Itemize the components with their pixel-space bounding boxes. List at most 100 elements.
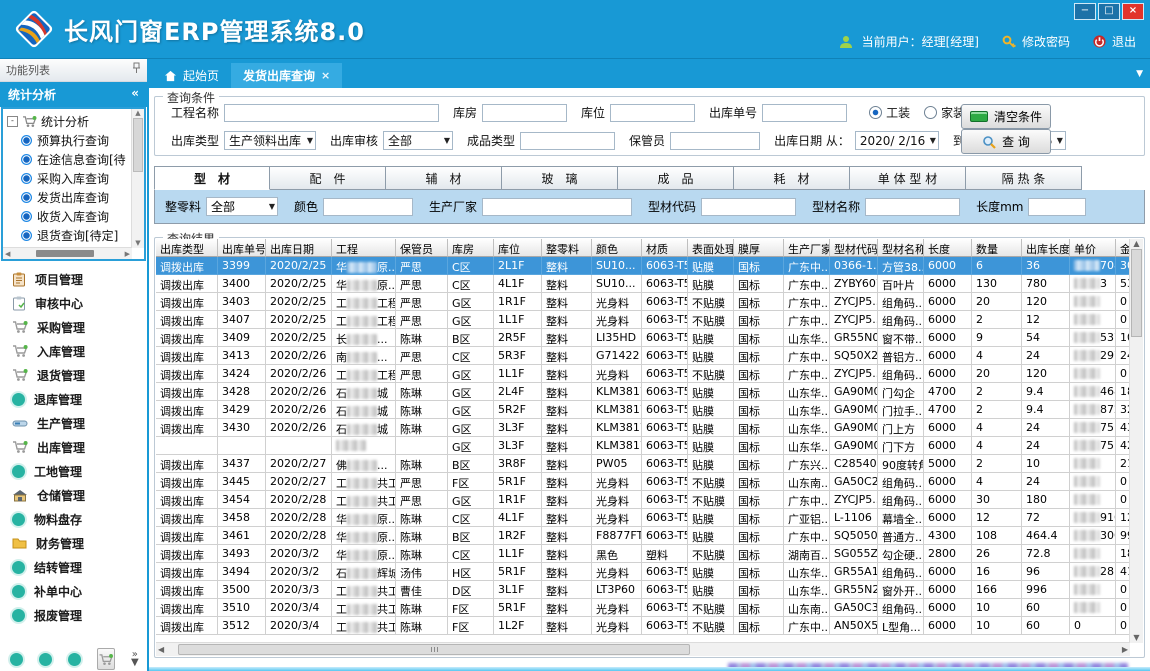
column-header[interactable]: 出库日期 (266, 239, 332, 257)
tree-root[interactable]: - 统计分析 (7, 112, 142, 131)
tree-horizontal-scrollbar[interactable]: ◀▶ (3, 247, 132, 259)
column-header[interactable]: 型材代码 (830, 239, 878, 257)
tree-item-0[interactable]: 预算执行查询 (7, 131, 142, 150)
table-row[interactable]: 调拨出库34242020/2/26工工程严思G区1L1F整料光身料6063-T5… (156, 365, 1130, 383)
overflow-chevron-icon[interactable]: »▼ (131, 651, 139, 667)
column-header[interactable]: 库位 (494, 239, 542, 257)
tree-hscroll-thumb[interactable] (36, 250, 94, 257)
column-header[interactable]: 型材名称 (878, 239, 924, 257)
grid-horizontal-scrollbar[interactable]: ◀▶ (156, 642, 1130, 656)
table-row[interactable]: 调拨出库34542020/2/28工共工程严思G区1R1F整料光身料6063-T… (156, 491, 1130, 509)
column-header[interactable]: 数量 (972, 239, 1022, 257)
sidebar-item-0[interactable]: 项目管理 (0, 267, 147, 291)
filter-input-3[interactable] (701, 198, 796, 216)
column-header[interactable]: 单价 (1070, 239, 1116, 257)
filter-input-5[interactable] (1028, 198, 1086, 216)
table-row[interactable]: 调拨出库35102020/3/4工共工程陈琳F区5R1F整料光身料6063-T5… (156, 599, 1130, 617)
query-row2-input-3[interactable] (670, 132, 760, 150)
column-header[interactable]: 材质 (642, 239, 688, 257)
column-header[interactable]: 表面处理 (688, 239, 734, 257)
column-header[interactable]: 整零料 (542, 239, 592, 257)
table-row[interactable]: 调拨出库34092020/2/25长...陈琳B区2R5F整料LI35HD606… (156, 329, 1130, 347)
table-row[interactable]: 调拨出库34932020/3/2华原...陈琳C区1L1F整料黑色塑料不贴膜国标… (156, 545, 1130, 563)
pin-icon[interactable] (132, 62, 141, 81)
query-row2-combo-4[interactable]: 2020/ 2/16▼ (855, 131, 939, 150)
search-button[interactable]: 查 询 (961, 129, 1051, 154)
tree-item-4[interactable]: 收货入库查询 (7, 207, 142, 226)
table-row[interactable]: 调拨出库34002020/2/25华原...严思C区4L1F整料SU10...6… (156, 275, 1130, 293)
table-row[interactable]: 调拨出库34032020/2/25工工程严思G区1R1F整料光身料6063-T5… (156, 293, 1130, 311)
tab-home[interactable]: 起始页 (152, 63, 231, 88)
table-row[interactable]: 调拨出库35002020/3/3工共工程曹佳D区3L1F整料LT3P606063… (156, 581, 1130, 599)
tab-close-icon[interactable]: × (321, 69, 330, 82)
table-row[interactable]: 调拨出库34292020/2/26石城陈琳G区5R2F整料KLM38176063… (156, 401, 1130, 419)
grid-vscroll-thumb[interactable] (1131, 249, 1142, 337)
query-row1-input-0[interactable] (224, 104, 439, 122)
material-tab-3[interactable]: 玻 璃 (502, 166, 618, 190)
maximize-button[interactable]: □ (1098, 3, 1120, 20)
tab-shipping-outbound-query[interactable]: 发货出库查询 × (231, 63, 342, 88)
sidebar-item-5[interactable]: 退库管理 (0, 387, 147, 411)
table-row[interactable]: 调拨出库34282020/2/26石城陈琳G区2L4F整料KLM38176063… (156, 383, 1130, 401)
dot-icon[interactable] (39, 653, 52, 666)
sidebar-item-3[interactable]: 入库管理 (0, 339, 147, 363)
tree-scroll-thumb[interactable] (133, 118, 143, 172)
sidebar-item-8[interactable]: 工地管理 (0, 459, 147, 483)
logout-button[interactable]: 退出 (1092, 33, 1136, 50)
table-row[interactable]: 调拨出库34072020/2/25工工程严思G区1L1F整料光身料6063-T5… (156, 311, 1130, 329)
grid-hscroll-thumb[interactable] (178, 644, 690, 655)
table-row[interactable]: 调拨出库33992020/2/25华原...严思C区2L1F整料SU10...6… (156, 257, 1130, 275)
clear-conditions-button[interactable]: 清空条件 (961, 104, 1051, 129)
filter-input-1[interactable] (323, 198, 413, 216)
filter-input-4[interactable] (865, 198, 960, 216)
filter-combo-0[interactable]: 全部▼ (206, 197, 278, 216)
material-tab-7[interactable]: 隔 热 条 (966, 166, 1082, 190)
column-header[interactable]: 生产厂家 (784, 239, 830, 257)
column-header[interactable]: 出库类型 (156, 239, 218, 257)
sidebar-item-4[interactable]: 退货管理 (0, 363, 147, 387)
query-row1-input-1[interactable] (482, 104, 567, 122)
material-tab-6[interactable]: 单 体 型 材 (850, 166, 966, 190)
table-row[interactable]: 调拨出库34942020/3/2石辉城汤伟H区5R1F整料光身料6063-T5贴… (156, 563, 1130, 581)
sidebar-item-12[interactable]: 结转管理 (0, 555, 147, 579)
column-header[interactable]: 金 (1116, 239, 1130, 257)
filter-input-2[interactable] (482, 198, 632, 216)
table-row[interactable]: 调拨出库34302020/2/26石城陈琳G区3L3F整料KLM38176063… (156, 419, 1130, 437)
material-tab-1[interactable]: 配 件 (270, 166, 386, 190)
sidebar-item-2[interactable]: 采购管理 (0, 315, 147, 339)
tree-collapse-icon[interactable]: - (7, 116, 18, 127)
more-modules-button[interactable] (97, 648, 115, 670)
change-password-link[interactable]: 修改密码 (1001, 33, 1070, 50)
table-row[interactable]: 调拨出库34132020/2/26南...严思C区5R3F整料G71422606… (156, 347, 1130, 365)
sidebar-item-9[interactable]: 仓储管理 (0, 483, 147, 507)
column-header[interactable]: 工程 (332, 239, 396, 257)
dot-icon[interactable] (10, 653, 23, 666)
query-row2-combo-0[interactable]: 生产领料出库▼ (224, 131, 316, 150)
material-tab-0[interactable]: 型 材 (154, 166, 270, 190)
table-row[interactable]: 调拨出库34582020/2/28华原...陈琳C区4L1F整料光身料6063-… (156, 509, 1130, 527)
query-row2-input-2[interactable] (520, 132, 615, 150)
table-row[interactable]: 调拨出库34452020/2/27工共工程严思F区5R1F整料光身料6063-T… (156, 473, 1130, 491)
column-header[interactable]: 颜色 (592, 239, 642, 257)
column-header[interactable]: 出库长度 (1022, 239, 1070, 257)
material-tab-2[interactable]: 辅 材 (386, 166, 502, 190)
query-row1-input-3[interactable] (762, 104, 847, 122)
sidebar-section-header[interactable]: 统计分析 « (0, 82, 147, 107)
sidebar-item-14[interactable]: 报废管理 (0, 603, 147, 627)
tree-item-1[interactable]: 在途信息查询[待 (7, 150, 142, 169)
radio-0[interactable]: 工装 (869, 104, 910, 121)
material-tab-5[interactable]: 耗 材 (734, 166, 850, 190)
query-row2-combo-1[interactable]: 全部▼ (383, 131, 453, 150)
radio-1[interactable]: 家装 (924, 104, 965, 121)
table-row[interactable]: 调拨出库34372020/2/27佛...陈琳B区3R8F整料PW056063-… (156, 455, 1130, 473)
material-tab-4[interactable]: 成 品 (618, 166, 734, 190)
tab-overflow-icon[interactable]: ▼ (1136, 69, 1143, 79)
collapse-icon[interactable]: « (131, 86, 139, 107)
sidebar-item-6[interactable]: 生产管理 (0, 411, 147, 435)
minimize-button[interactable]: − (1074, 3, 1096, 20)
column-header[interactable]: 长度 (924, 239, 972, 257)
column-header[interactable]: 出库单号 (218, 239, 266, 257)
table-row[interactable]: 调拨出库34612020/2/28华原...陈琳B区1R2F整料F8877FT6… (156, 527, 1130, 545)
sidebar-item-11[interactable]: 财务管理 (0, 531, 147, 555)
sidebar-item-1[interactable]: 审核中心 (0, 291, 147, 315)
